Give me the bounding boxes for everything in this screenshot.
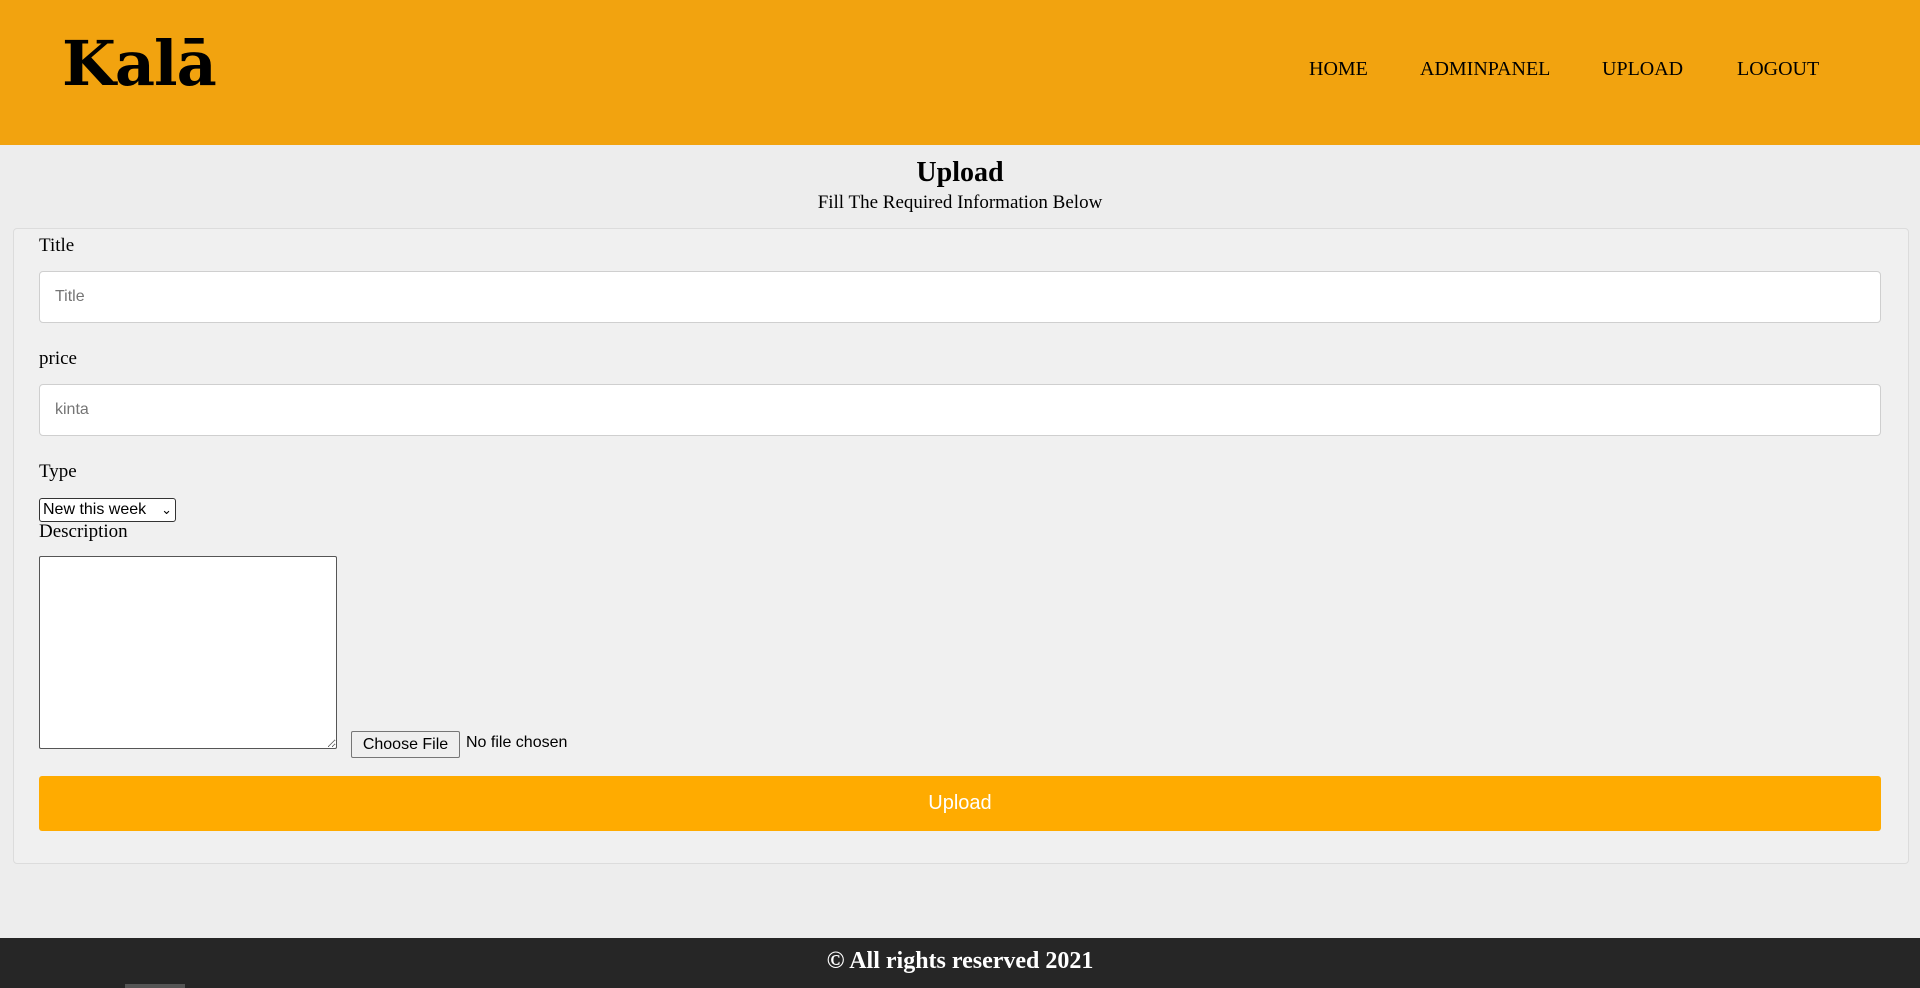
title-label: Title	[39, 235, 75, 256]
page-subtitle: Fill The Required Information Below	[817, 192, 1103, 213]
chevron-down-icon: ⌄	[161, 502, 172, 517]
type-select-value: New this week	[43, 501, 147, 518]
title-input[interactable]	[39, 271, 1881, 323]
choose-file-button[interactable]: Choose File	[351, 731, 460, 758]
upload-form-container	[13, 228, 1909, 864]
description-textarea[interactable]	[39, 556, 337, 749]
nav-logout-link[interactable]: LOGOUT	[1737, 58, 1819, 81]
file-status-text: No file chosen	[466, 734, 568, 751]
price-label: price	[39, 348, 77, 369]
type-label: Type	[39, 461, 77, 482]
footer-scroll-indicator	[125, 984, 185, 988]
site-footer: © All rights reserved 2021	[0, 938, 1920, 988]
page-title: Upload	[916, 157, 1004, 188]
type-select[interactable]: New this week ⌄	[39, 498, 176, 522]
nav-upload-link[interactable]: UPLOAD	[1602, 58, 1683, 81]
site-header: Kalā HOME ADMINPANEL UPLOAD LOGOUT	[0, 0, 1920, 145]
price-input[interactable]	[39, 384, 1881, 436]
upload-submit-button[interactable]: Upload	[39, 776, 1881, 831]
nav-home-link[interactable]: HOME	[1309, 58, 1368, 81]
copyright-text: © All rights reserved 2021	[826, 948, 1094, 974]
nav-adminpanel-link[interactable]: ADMINPANEL	[1420, 58, 1550, 81]
site-logo[interactable]: Kalā	[62, 22, 217, 106]
description-label: Description	[39, 521, 128, 542]
